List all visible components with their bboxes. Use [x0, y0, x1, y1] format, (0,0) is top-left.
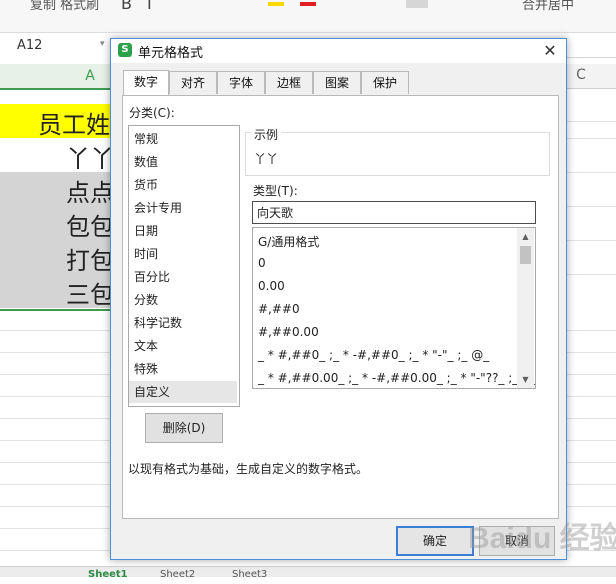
category-item-time[interactable]: 时间 — [129, 243, 237, 265]
italic-icon[interactable]: I — [147, 0, 152, 13]
sample-groupbox — [245, 132, 550, 176]
format-list[interactable]: G/通用格式 0 0.00 #,##0 #,##0.00 _ * #,##0_ … — [252, 227, 536, 389]
category-item-custom[interactable]: 自定义 — [129, 381, 237, 403]
ribbon-clipboard-text[interactable]: 复制 格式刷 — [30, 0, 99, 13]
close-icon[interactable]: ✕ — [536, 39, 564, 63]
tab-protection[interactable]: 保护 — [361, 71, 409, 94]
scroll-up-icon[interactable]: ▲ — [517, 228, 534, 245]
category-item-accounting[interactable]: 会计专用 — [129, 197, 237, 219]
align-center-icon[interactable] — [406, 0, 428, 8]
tab-pattern[interactable]: 图案 — [313, 71, 361, 94]
format-item[interactable]: _ * #,##0_ ;_ * -#,##0_ ;_ * "-"_ ;_ @_ — [258, 348, 489, 362]
format-cells-dialog: S 单元格格式 ✕ 数字 对齐 字体 边框 图案 保护 分类(C): 常规 数值… — [110, 38, 567, 560]
category-list[interactable]: 常规 数值 货币 会计专用 日期 时间 百分比 分数 科学记数 文本 特殊 自定… — [128, 125, 240, 407]
tab-alignment[interactable]: 对齐 — [169, 71, 217, 94]
ribbon-toolbar: 复制 格式刷 B I 合并居中 — [0, 0, 616, 33]
category-label: 分类(C): — [129, 106, 175, 120]
scroll-thumb[interactable] — [520, 246, 531, 264]
dialog-title: 单元格格式 — [138, 46, 204, 61]
category-item-scientific[interactable]: 科学记数 — [129, 312, 237, 334]
merge-center-button[interactable]: 合并居中 — [522, 0, 574, 13]
tab-border[interactable]: 边框 — [265, 71, 313, 94]
category-item-fraction[interactable]: 分数 — [129, 289, 237, 311]
column-header-c[interactable]: C — [566, 64, 596, 88]
sample-label: 示例 — [251, 126, 282, 143]
sheet-tab-3[interactable]: Sheet3 — [232, 566, 267, 580]
ok-button[interactable]: 确定 — [396, 526, 474, 556]
chevron-down-icon[interactable]: ▾ — [100, 39, 105, 49]
category-item-general[interactable]: 常规 — [129, 128, 237, 150]
fill-color-icon[interactable] — [268, 2, 284, 6]
dialog-titlebar[interactable]: S 单元格格式 ✕ — [111, 39, 566, 63]
name-box-value: A12 — [17, 38, 43, 53]
format-item[interactable]: #,##0.00 — [258, 325, 319, 339]
font-color-icon[interactable] — [300, 2, 316, 6]
tab-font[interactable]: 字体 — [217, 71, 265, 94]
category-item-number[interactable]: 数值 — [129, 151, 237, 173]
category-item-currency[interactable]: 货币 — [129, 174, 237, 196]
type-input[interactable]: 向天歌 — [252, 201, 536, 224]
category-item-date[interactable]: 日期 — [129, 220, 237, 242]
type-input-value: 向天歌 — [257, 206, 294, 220]
delete-button[interactable]: 删除(D) — [145, 413, 223, 443]
sheet-tab-1[interactable]: Sheet1 — [88, 566, 128, 580]
type-label: 类型(T): — [253, 184, 298, 198]
category-item-percentage[interactable]: 百分比 — [129, 266, 237, 288]
sample-value: 丫丫 — [254, 152, 279, 166]
wps-logo-icon: S — [118, 43, 132, 57]
format-list-scrollbar[interactable]: ▲ ▼ — [517, 228, 534, 388]
watermark: Baidu 经验 — [468, 522, 616, 555]
format-description: 以现有格式为基础，生成自定义的数字格式。 — [128, 462, 369, 476]
format-item[interactable]: #,##0 — [258, 302, 300, 316]
category-item-special[interactable]: 特殊 — [129, 358, 237, 380]
scroll-down-icon[interactable]: ▼ — [517, 371, 534, 388]
category-item-text[interactable]: 文本 — [129, 335, 237, 357]
bold-icon[interactable]: B — [121, 0, 132, 13]
sheet-tab-2[interactable]: Sheet2 — [160, 566, 195, 580]
name-box[interactable]: A12 ▾ — [0, 35, 111, 57]
tab-number[interactable]: 数字 — [123, 70, 169, 95]
format-item[interactable]: 0.00 — [258, 279, 285, 293]
format-item[interactable]: _ * #,##0.00_ ;_ * -#,##0.00_ ;_ * "-"??… — [258, 371, 535, 385]
format-item[interactable]: G/通用格式 — [258, 233, 319, 250]
format-item[interactable]: 0 — [258, 256, 266, 270]
